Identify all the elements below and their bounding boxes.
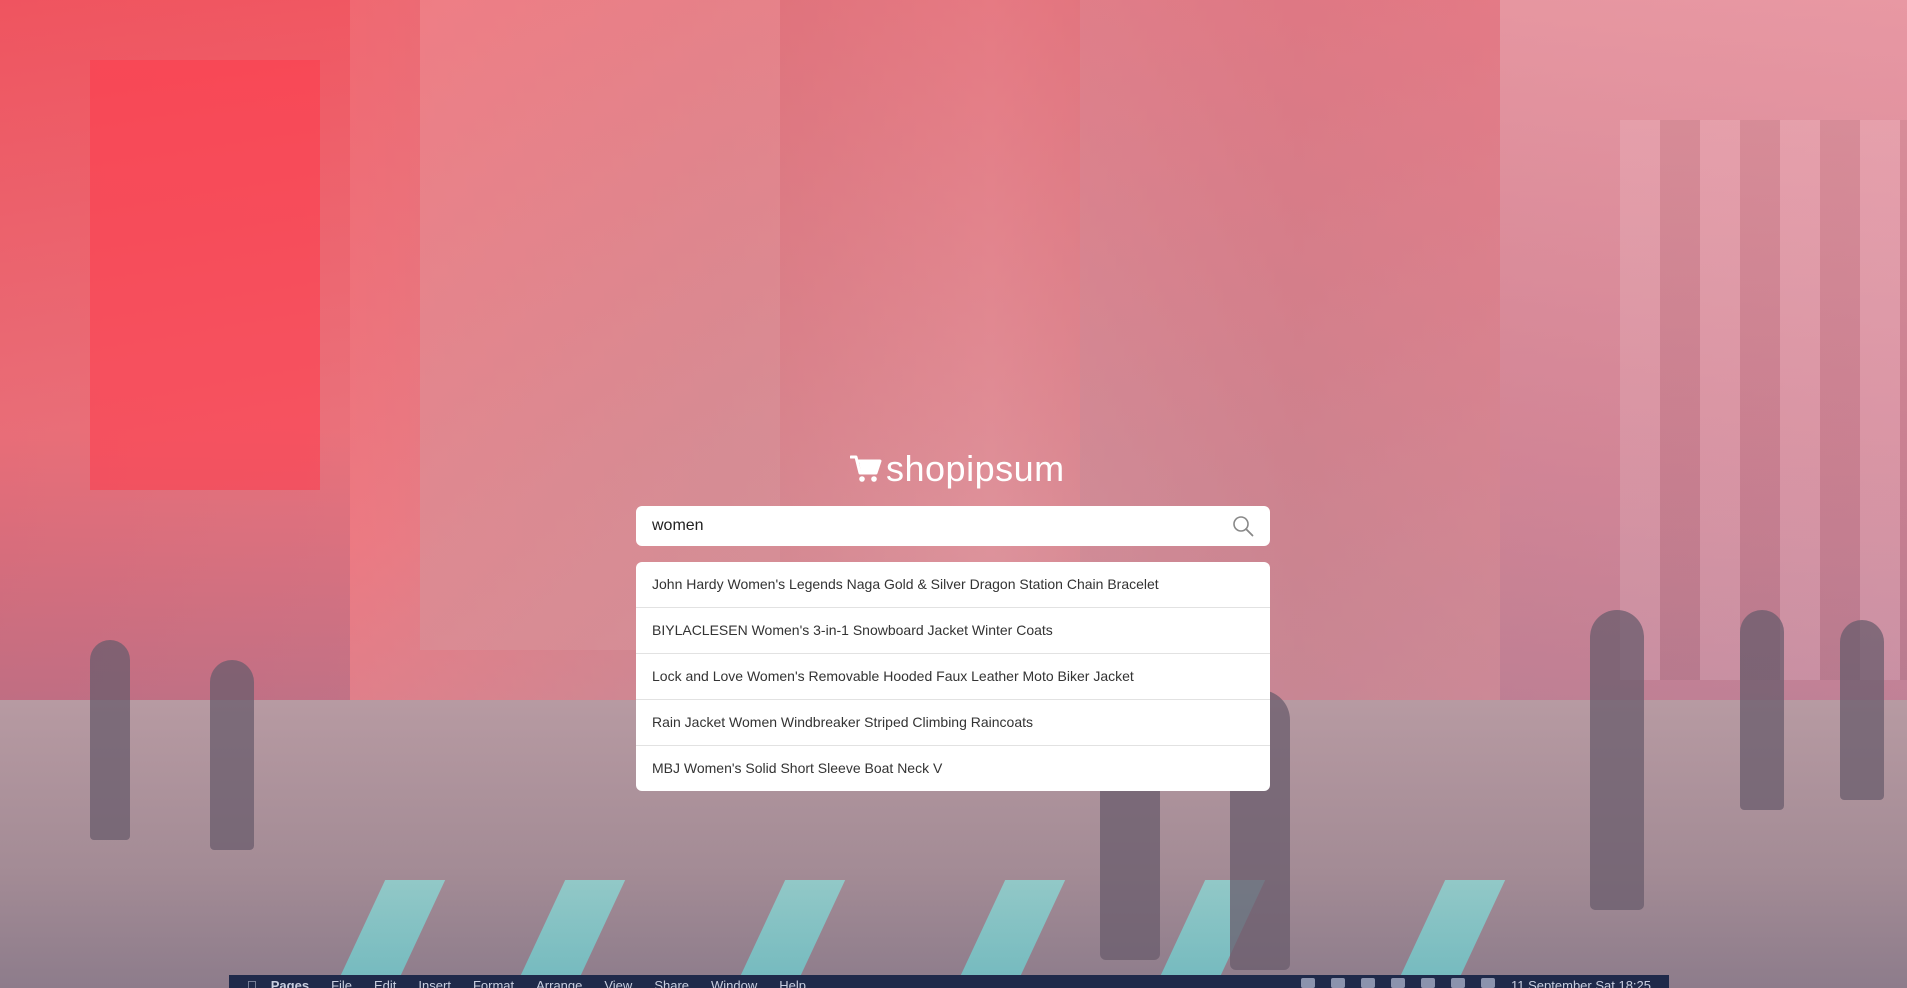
- siri-icon[interactable]: [1481, 978, 1496, 988]
- menu-app-name[interactable]: Pages: [271, 978, 309, 988]
- suggestion-item[interactable]: BIYLACLESEN Women's 3-in-1 Snowboard Jac…: [636, 608, 1270, 654]
- pedestrian: [1590, 610, 1644, 910]
- menu-file[interactable]: File: [331, 978, 352, 988]
- background-image: [0, 0, 1907, 988]
- pedestrian: [1740, 610, 1784, 810]
- menu-format[interactable]: Format: [473, 978, 514, 988]
- background-sign-left: [90, 60, 320, 490]
- macos-menubar:  Pages File Edit Insert Format Arrange …: [229, 975, 1669, 988]
- menu-help[interactable]: Help: [779, 978, 806, 988]
- menu-view[interactable]: View: [604, 978, 632, 988]
- battery-icon[interactable]: [1361, 978, 1376, 988]
- suggestion-item[interactable]: John Hardy Women's Legends Naga Gold & S…: [636, 562, 1270, 608]
- suggestion-item[interactable]: Rain Jacket Women Windbreaker Striped Cl…: [636, 700, 1270, 746]
- search-bar: [636, 506, 1270, 546]
- control-center-icon[interactable]: [1451, 978, 1466, 988]
- pedestrian: [90, 640, 130, 840]
- spotlight-icon[interactable]: [1421, 978, 1436, 988]
- background-building-center-left: [420, 0, 780, 650]
- bluetooth-icon[interactable]: [1331, 978, 1346, 988]
- search-suggestions: John Hardy Women's Legends Naga Gold & S…: [636, 562, 1270, 791]
- display-icon[interactable]: [1301, 978, 1316, 988]
- apple-icon[interactable]: : [247, 978, 257, 988]
- search-input[interactable]: [636, 507, 1232, 545]
- menu-insert[interactable]: Insert: [418, 978, 451, 988]
- cart-icon: [850, 455, 882, 482]
- menu-window[interactable]: Window: [711, 978, 757, 988]
- logo-text: shopipsum: [886, 448, 1065, 489]
- menubar-clock[interactable]: 11 September Sat 18:25: [1511, 978, 1651, 988]
- menu-arrange[interactable]: Arrange: [536, 978, 582, 988]
- suggestion-item[interactable]: MBJ Women's Solid Short Sleeve Boat Neck…: [636, 746, 1270, 791]
- menu-edit[interactable]: Edit: [374, 978, 396, 988]
- suggestion-item[interactable]: Lock and Love Women's Removable Hooded F…: [636, 654, 1270, 700]
- pedestrian: [1840, 620, 1884, 800]
- site-logo[interactable]: shopipsum: [850, 447, 1065, 491]
- menu-share[interactable]: Share: [654, 978, 689, 988]
- background-facade-right: [1620, 120, 1907, 680]
- wifi-icon[interactable]: [1391, 978, 1406, 988]
- search-icon[interactable]: [1232, 515, 1254, 537]
- pedestrian: [210, 660, 254, 850]
